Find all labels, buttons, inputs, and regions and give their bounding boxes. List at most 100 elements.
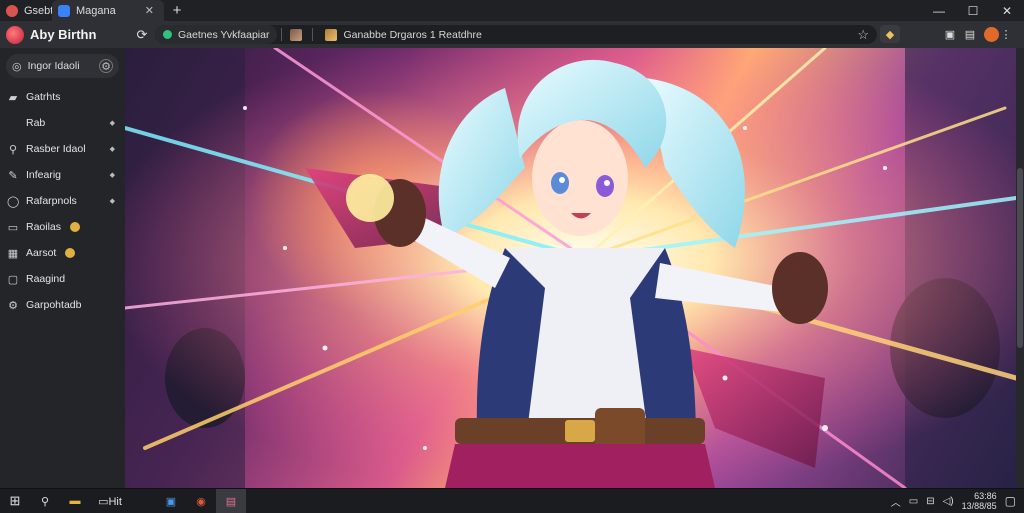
face (532, 120, 628, 236)
grid-icon: ▦ (7, 247, 19, 260)
extensions-area: ◆ ▣ ▤ ⋮ (880, 24, 1013, 44)
notification-icon[interactable]: ▢ (1005, 494, 1016, 508)
coin-icon (70, 222, 81, 232)
tab-magana[interactable]: Magana ✕ (52, 0, 164, 21)
page-title-chip[interactable]: Ganabbe Drgaros 1 Reatdhre (317, 25, 489, 44)
clock-date: 13/88/85 (961, 501, 997, 511)
scrollbar-thumb[interactable] (1017, 168, 1023, 348)
browser-icon[interactable]: ◉ (186, 489, 216, 513)
tab-strip: Gsebtan Magana ✕ + — ☐ ✕ (0, 0, 1024, 21)
sidebar-search-label: Ingor Idaoli (27, 60, 80, 72)
apps-label[interactable]: ▭Hit (90, 489, 130, 513)
sidebar-item[interactable]: ✎ Infearig ◆ (0, 162, 125, 188)
glove-right (772, 252, 828, 324)
chevron-icon[interactable]: ◆ (110, 119, 115, 127)
circle-icon: ◯ (7, 195, 20, 208)
page-title: Ganabbe Drgaros 1 Reatdhre (343, 28, 482, 41)
sidebar-item-label: Rafarpnols (26, 195, 77, 207)
eye-highlight (604, 180, 610, 186)
page-favicon-icon (325, 28, 338, 41)
chevron-icon[interactable]: ◆ (110, 197, 115, 205)
sidebar-item-label: Raoilas (26, 221, 62, 233)
bookmark-star-icon[interactable]: ☆ (857, 27, 869, 43)
system-tray: ︿ ▭ ⊟ ◁) 63:86 13/88/85 ▢ (891, 491, 1024, 511)
skirt (445, 444, 715, 488)
page-scrollbar[interactable] (1016, 48, 1024, 488)
profile-avatar[interactable] (984, 26, 999, 42)
sidebar-item-label: Rab (26, 117, 46, 129)
chevron-icon[interactable]: ◆ (110, 171, 115, 179)
taskbar: ⊞ ⚲ ▬ ▭Hit ▣ ◉ ▤ ︿ ▭ ⊟ ◁) 63:86 13/88/85… (0, 488, 1024, 513)
main-artwork (125, 48, 1016, 488)
window-controls: — ☐ ✕ (922, 0, 1024, 21)
security-chip[interactable]: Gaetnes Yvkfaapiar (155, 25, 278, 44)
settings-icon: ⚙ (8, 299, 18, 312)
sidebar-item[interactable]: ▢ Raagind (0, 266, 125, 292)
sidebar-item-label: Aarsot (26, 247, 57, 259)
sidebar-item[interactable]: ▦ Aarsot (0, 240, 125, 266)
sidebar-item[interactable]: ◯ Rafarpnols ◆ (0, 188, 125, 214)
eye-left (551, 172, 569, 194)
volume-icon[interactable]: ◁) (943, 496, 954, 507)
chevron-up-icon[interactable]: ︿ (891, 494, 901, 509)
maximize-button[interactable]: ☐ (956, 0, 990, 21)
book-icon: ▭ (7, 221, 19, 234)
menu-icon[interactable]: ⋮ (999, 25, 1013, 43)
minimize-button[interactable]: — (922, 0, 956, 21)
secure-icon (163, 30, 172, 39)
tab-gsebtan[interactable]: Gsebtan (0, 0, 66, 21)
clock-time: 63:86 (974, 491, 997, 501)
eye-right (596, 175, 614, 197)
sidebar-item-label: Garpohtadb (26, 299, 82, 311)
extension-2-icon[interactable]: ▣ (940, 25, 960, 43)
sidebar-item[interactable]: Rab ◆ (0, 110, 125, 136)
settings-icon[interactable]: ⚙ (99, 59, 113, 73)
sidebar-search[interactable]: ◎ Ingor Idaoli ⚙ (6, 54, 119, 78)
close-window-button[interactable]: ✕ (990, 0, 1024, 21)
brand-name: Aby Birthn (30, 27, 97, 42)
search-icon[interactable]: ⚲ (30, 489, 60, 513)
image-icon: ▢ (7, 273, 19, 286)
coin-icon (65, 248, 76, 258)
sidebar-item-label: Raagind (26, 273, 66, 285)
sidebar-item[interactable]: ▭ Raoilas (0, 214, 125, 240)
sidebar-item[interactable]: ⚙ Garpohtadb (0, 292, 125, 318)
tab-label: Magana (76, 4, 116, 17)
sidebar-search-icon: ◎ (12, 60, 22, 73)
start-button[interactable]: ⊞ (0, 489, 30, 513)
network-icon[interactable]: ⊟ (926, 496, 934, 507)
eye-highlight (559, 177, 565, 183)
magic-spark (346, 174, 394, 222)
sidebar-item[interactable]: ⚲ Rasber Idaol ◆ (0, 136, 125, 162)
clock[interactable]: 63:86 13/88/85 (962, 491, 997, 511)
new-tab-button[interactable]: + (164, 0, 190, 21)
chevron-icon[interactable]: ◆ (110, 145, 115, 153)
active-app-icon[interactable]: ▤ (216, 489, 246, 513)
brush-icon: ✎ (8, 169, 18, 182)
belt-buckle (565, 420, 595, 442)
brand-logo-icon (6, 25, 24, 44)
file-explorer-icon[interactable]: ▬ (60, 489, 90, 513)
battery-icon[interactable]: ▭ (909, 496, 918, 507)
sidebar-item-label: Infearig (26, 169, 62, 181)
reload-icon[interactable]: ⟳ (132, 25, 152, 45)
sidebar-list: ▰ Gatrhts Rab ◆ ⚲ Rasber Idaol ◆ ✎ Infearig ◆ ◯ Raf… (0, 84, 125, 318)
sidebar-item-label: Gatrhts (26, 91, 61, 103)
profile-thumb-icon (290, 28, 303, 41)
sidebar: ◎ Ingor Idaoli ⚙ ▰ Gatrhts Rab ◆ ⚲ Rasber Ida… (0, 48, 126, 488)
extension-3-icon[interactable]: ▤ (960, 25, 980, 43)
link-icon: ⚲ (8, 143, 18, 156)
divider (281, 28, 283, 41)
address-bar[interactable]: Gaetnes Yvkfaapiar Ganabbe Drgaros 1 Rea… (155, 25, 877, 44)
store-icon[interactable]: ▣ (156, 489, 186, 513)
security-chip-label: Gaetnes Yvkfaapiar (178, 28, 270, 41)
folder-icon: ▰ (8, 91, 18, 104)
sidebar-item-label: Rasber Idaol (26, 143, 86, 155)
anime-illustration (125, 48, 1016, 488)
tab-favicon (58, 4, 70, 17)
extension-1-icon[interactable]: ◆ (880, 25, 900, 43)
browser-toolbar: Aby Birthn ⟳ Gaetnes Yvkfaapiar Ganabbe … (0, 21, 1024, 48)
sidebar-item[interactable]: ▰ Gatrhts (0, 84, 125, 110)
close-tab-icon[interactable]: ✕ (145, 4, 154, 17)
brand[interactable]: Aby Birthn (0, 25, 126, 44)
